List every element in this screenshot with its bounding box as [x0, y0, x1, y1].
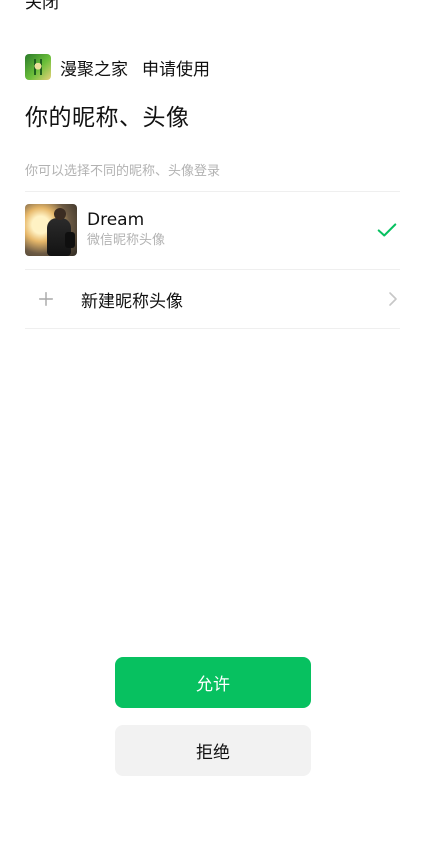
profile-option-current[interactable]: Dream 微信昵称头像 — [25, 192, 400, 268]
profile-name: Dream — [87, 210, 145, 230]
profile-option-new[interactable]: 新建昵称头像 — [25, 270, 400, 328]
app-name: 漫聚之家 — [60, 59, 128, 80]
avatar-bag — [65, 232, 75, 248]
divider — [25, 328, 400, 329]
avatar — [25, 204, 77, 256]
app-logo-icon — [25, 54, 51, 80]
chevron-right-icon — [389, 292, 397, 306]
page-subtitle: 你可以选择不同的昵称、头像登录 — [25, 164, 221, 179]
new-profile-label: 新建昵称头像 — [81, 291, 183, 312]
check-icon — [377, 223, 397, 237]
authorization-page: 关闭 漫聚之家 申请使用 你的昵称、头像 你可以选择不同的昵称、头像登录 Dre… — [0, 0, 422, 842]
app-info: 漫聚之家 申请使用 — [25, 53, 210, 81]
request-text: 申请使用 — [142, 59, 210, 80]
close-label[interactable]: 关闭 — [25, 0, 59, 13]
profile-description: 微信昵称头像 — [87, 233, 166, 248]
page-title: 你的昵称、头像 — [25, 105, 190, 131]
deny-button[interactable]: 拒绝 — [115, 725, 311, 776]
profile-text: Dream 微信昵称头像 — [87, 210, 165, 250]
top-bar: 关闭 — [0, 0, 422, 13]
plus-icon — [38, 291, 54, 307]
allow-button[interactable]: 允许 — [115, 657, 311, 708]
